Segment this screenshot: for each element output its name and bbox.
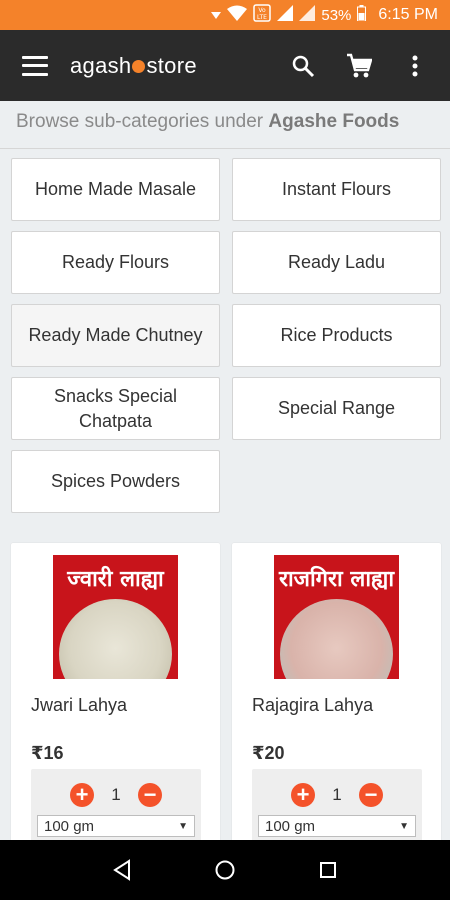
product-image-label: ज्वारी लाह्या <box>67 567 164 592</box>
system-nav-bar <box>0 840 450 900</box>
svg-text:Vo: Vo <box>259 7 267 14</box>
dropdown-caret-icon: ▼ <box>399 820 409 832</box>
parent-category-name: Agashe Foods <box>268 111 400 132</box>
signal-icon <box>277 5 294 25</box>
back-triangle-icon[interactable] <box>104 852 140 888</box>
size-select[interactable]: 100 gm ▼ <box>37 815 195 837</box>
subcategory-instant-flours[interactable]: Instant Flours <box>232 158 441 221</box>
volte-icon: Vo LTE <box>253 4 272 26</box>
logo-dot <box>132 60 146 73</box>
subcategory-rice-products[interactable]: Rice Products <box>232 304 441 367</box>
wifi-icon <box>227 5 248 25</box>
subcategory-grid: Home Made Masale Instant Flours Ready Fl… <box>11 158 441 513</box>
svg-text:LTE: LTE <box>257 14 267 21</box>
battery-icon <box>357 5 367 25</box>
dropdown-caret-icon: ▼ <box>178 820 188 832</box>
hamburger-menu-icon[interactable] <box>22 55 48 76</box>
app-bar: agash store <box>0 30 450 101</box>
product-image[interactable]: राजगिरा लाह्या <box>274 555 399 679</box>
battery-percent: 53% <box>321 6 352 24</box>
quantity-value: 1 <box>332 785 342 804</box>
decrease-quantity-button[interactable]: − <box>138 783 162 807</box>
subcategory-home-made-masale[interactable]: Home Made Masale <box>11 158 220 221</box>
subcategory-snacks-special-chatpata[interactable]: Snacks Special Chatpata <box>11 377 220 440</box>
quantity-stepper: + 1 − <box>252 783 422 807</box>
logo-text-start: agash <box>70 52 132 78</box>
status-bar: Vo LTE 53% 6:15 PM <box>0 0 450 30</box>
product-price: ₹16 <box>31 743 64 763</box>
search-icon[interactable] <box>290 53 316 79</box>
subcategory-heading: Browse sub-categories under Agashe Foods <box>0 101 450 149</box>
product-name[interactable]: Jwari Lahya <box>31 695 127 716</box>
product-card[interactable]: राजगिरा लाह्या Rajagira Lahya ₹20 + 1 − … <box>232 543 441 853</box>
product-image-grains <box>280 599 393 679</box>
subcategory-special-range[interactable]: Special Range <box>232 377 441 440</box>
decrease-quantity-button[interactable]: − <box>359 783 383 807</box>
product-card[interactable]: ज्वारी लाह्या Jwari Lahya ₹16 + 1 − 100 … <box>11 543 220 853</box>
signal-down-arrow-icon <box>211 7 222 24</box>
app-bar-actions <box>290 53 428 79</box>
more-vert-icon[interactable] <box>402 53 428 79</box>
size-select-value: 100 gm <box>265 817 316 835</box>
product-price: ₹20 <box>252 743 285 763</box>
product-image[interactable]: ज्वारी लाह्या <box>53 555 178 679</box>
signal-icon <box>299 5 316 25</box>
subcategory-spices-powders[interactable]: Spices Powders <box>11 450 220 513</box>
subcategory-ready-flours[interactable]: Ready Flours <box>11 231 220 294</box>
home-circle-icon[interactable] <box>207 852 243 888</box>
subcategory-ready-made-chutney[interactable]: Ready Made Chutney <box>11 304 220 367</box>
logo-text-end: store <box>146 52 197 78</box>
size-select-value: 100 gm <box>44 817 95 835</box>
recents-square-icon[interactable] <box>310 852 346 888</box>
subcategory-ready-ladu[interactable]: Ready Ladu <box>232 231 441 294</box>
size-select[interactable]: 100 gm ▼ <box>258 815 416 837</box>
product-image-grains <box>59 599 172 679</box>
cart-icon[interactable] <box>346 53 372 79</box>
product-grid: ज्वारी लाह्या Jwari Lahya ₹16 + 1 − 100 … <box>11 543 441 853</box>
app-logo: agash store <box>70 53 197 79</box>
product-image-label: राजगिरा लाह्या <box>278 567 395 592</box>
increase-quantity-button[interactable]: + <box>291 783 315 807</box>
increase-quantity-button[interactable]: + <box>70 783 94 807</box>
quantity-value: 1 <box>111 785 121 804</box>
product-name[interactable]: Rajagira Lahya <box>252 695 373 716</box>
status-icons: Vo LTE 53% <box>211 4 367 26</box>
clock: 6:15 PM <box>378 6 438 23</box>
quantity-stepper: + 1 − <box>31 783 201 807</box>
subcategory-heading-prefix: Browse sub-categories under <box>16 111 269 132</box>
